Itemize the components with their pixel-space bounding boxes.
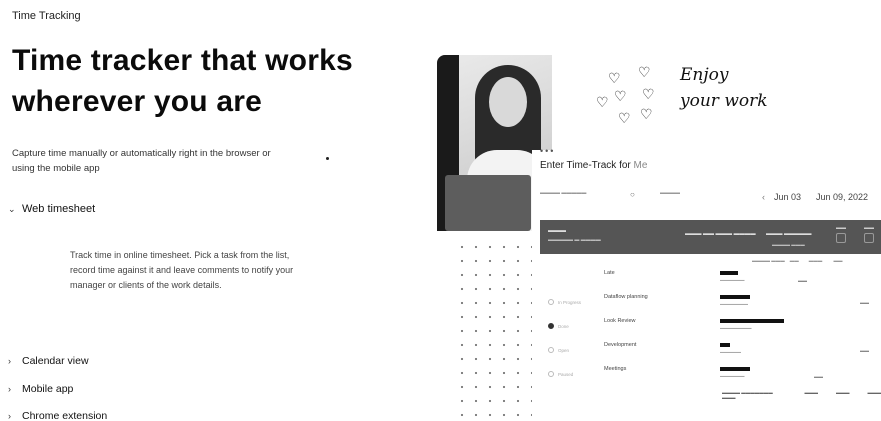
task-name: Dataflow planning — [604, 294, 648, 300]
task-status: In Progress — [548, 299, 581, 305]
handwritten-note: Enjoy your work — [680, 62, 768, 114]
task-name: Look Review — [604, 318, 636, 324]
task-name: Meetings — [604, 366, 627, 372]
task-status: Open — [548, 347, 569, 353]
heart-icon: ♡ — [618, 110, 631, 126]
handwritten-line: Enjoy — [680, 65, 729, 85]
chevron-left-icon[interactable]: ‹ — [762, 192, 765, 202]
search-icon[interactable]: ○ — [630, 190, 635, 199]
time-value: ▬▬ — [860, 348, 869, 353]
redacted-value — [720, 271, 738, 275]
totals-value: ▬▬▬ — [836, 390, 850, 395]
chevron-right-icon: › — [8, 411, 11, 421]
time-value: ▬▬ — [860, 300, 869, 305]
table-row[interactable]: Done Look Review ▬▬▬▬▬▬▬▬▬ — [540, 318, 881, 340]
heart-icon: ♡ — [608, 70, 621, 86]
task-meta: ▬▬▬▬▬▬▬ — [720, 374, 745, 378]
timesheet-user[interactable]: Me — [634, 160, 648, 171]
header-subtext: ▬▬▬▬▬ ▬ ▬▬▬▬ — [548, 237, 601, 243]
hearts-doodle: ♡ ♡ ♡ ♡ ♡ ♡ ♡ — [594, 64, 664, 138]
page-subtitle: Capture time manually or automatically r… — [12, 148, 271, 174]
timesheet-title-text: Enter Time-Track for — [540, 160, 631, 171]
table-row[interactable]: In Progress Dataflow planning ▬▬▬▬▬▬▬▬ ▬… — [540, 294, 881, 316]
task-status: Paused — [548, 371, 573, 377]
status-dot-icon — [548, 323, 554, 329]
task-meta: ▬▬▬▬▬▬ — [720, 350, 741, 354]
chevron-right-icon: › — [8, 356, 11, 366]
task-name: Development — [604, 342, 637, 348]
status-dot-icon — [548, 371, 554, 377]
photo-person-face — [489, 77, 527, 127]
task-meta: ▬▬▬▬▬▬▬▬ — [720, 302, 748, 306]
column-headers: ▬▬▬▬ ▬▬▬ ▬▬ ▬▬▬ ▬▬ — [752, 258, 843, 263]
status-dot-icon — [548, 299, 554, 305]
accordion-mobile-app[interactable]: › Mobile app — [8, 383, 73, 395]
date-to[interactable]: Jun 09, 2022 — [816, 192, 868, 202]
handwritten-line: your work — [680, 91, 768, 111]
section-eyebrow: Time Tracking — [12, 10, 81, 22]
header-caption: ▬▬▬▬ ▬▬▬ — [772, 242, 805, 247]
time-value: ▬▬ — [798, 278, 807, 283]
accordion-label: Calendar view — [22, 355, 89, 367]
date-from[interactable]: Jun 03 — [774, 192, 801, 202]
accordion-label: Mobile app — [22, 383, 74, 395]
show-details-toggle[interactable]: ▬▬▬ ▬▬▬▬▬ — [766, 231, 812, 237]
task-name: Late — [604, 270, 615, 276]
header-column: ▬▬ — [836, 225, 846, 231]
window-dots: ••• — [540, 146, 556, 156]
timesheet-title: Enter Time-Track for Me — [540, 160, 647, 171]
accordion-label: Web timesheet — [22, 203, 96, 215]
header-text: ▬▬▬ — [548, 228, 566, 234]
timesheet-app-preview: ••• Enter Time-Track for Me ▬▬▬▬ ▬▬▬▬▬ ○… — [532, 146, 881, 421]
timesheet-header-bar: ▬▬▬ ▬▬▬▬▬ ▬ ▬▬▬▬ ▬▬▬ ▬▬ ▬▬▬ ▬▬▬▬ ▬▬▬ ▬▬▬… — [540, 220, 881, 254]
totals-row: ▬▬▬▬ ▬▬▬▬▬▬▬ ▬▬▬ ▬▬▬ ▬▬▬ ▬▬▬ — [722, 390, 881, 400]
accordion-calendar-view[interactable]: › Calendar view — [8, 355, 89, 367]
task-meta: ▬▬▬▬▬▬▬ — [720, 278, 745, 282]
heart-icon: ♡ — [614, 88, 627, 104]
filter-field[interactable]: ▬▬▬▬ ▬▬▬▬▬ — [540, 190, 586, 196]
redacted-value — [720, 295, 750, 299]
time-value: ▬▬ — [814, 374, 823, 379]
table-row[interactable]: Paused Meetings ▬▬▬▬▬▬▬ ▬▬ — [540, 366, 881, 388]
table-row[interactable]: Late ▬▬▬▬▬▬▬ ▬▬ — [540, 270, 881, 292]
redacted-value — [720, 367, 750, 371]
sort-control[interactable]: ▬▬▬ ▬▬ ▬▬▬ ▬▬▬▬ — [685, 231, 756, 237]
decorative-dot — [326, 157, 329, 160]
table-row[interactable]: Open Development ▬▬▬▬▬▬ ▬▬ — [540, 342, 881, 364]
calendar-icon[interactable] — [864, 233, 874, 243]
heart-icon: ♡ — [638, 64, 651, 80]
totals-value: ▬▬▬ — [804, 390, 819, 395]
accordion-body: Track time in online timesheet. Pick a t… — [70, 250, 294, 290]
heart-icon: ♡ — [642, 86, 655, 102]
chevron-right-icon: › — [8, 384, 11, 394]
page-headline: Time tracker that works wherever you are — [12, 44, 353, 118]
redacted-value — [720, 319, 784, 323]
filter-field[interactable]: ▬▬▬▬ — [660, 190, 680, 196]
accordion-label: Chrome extension — [22, 410, 108, 421]
photo-laptop — [445, 175, 531, 231]
redacted-value — [720, 343, 730, 347]
chevron-down-icon: ⌄ — [8, 203, 16, 214]
status-dot-icon — [548, 347, 554, 353]
calendar-icon[interactable] — [836, 233, 846, 243]
heart-icon: ♡ — [596, 94, 609, 110]
accordion-chrome-extension[interactable]: › Chrome extension — [8, 410, 107, 421]
task-status: Done — [548, 323, 569, 329]
header-column: ▬▬ — [864, 225, 874, 231]
accordion-web-timesheet[interactable]: ⌄ Web timesheet — [8, 203, 95, 215]
heart-icon: ♡ — [640, 106, 653, 122]
totals-label: ▬▬▬▬ ▬▬▬▬▬▬▬ ▬▬▬ — [722, 390, 773, 400]
task-meta: ▬▬▬▬▬▬▬▬▬ — [720, 326, 752, 330]
totals-value: ▬▬▬ — [867, 390, 881, 395]
